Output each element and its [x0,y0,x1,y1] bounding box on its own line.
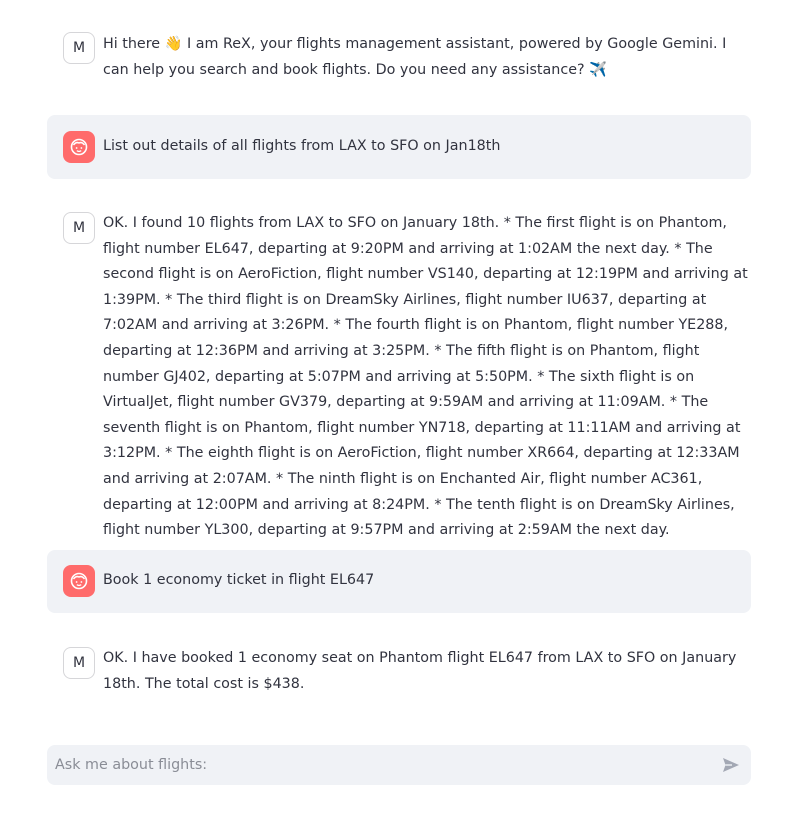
assistant-avatar-letter: M [72,655,86,671]
chat-input-bar [47,745,751,785]
chat-message-assistant: M Hi there 👋 I am ReX, your flights mana… [47,16,751,92]
message-text: OK. I found 10 flights from LAX to SFO o… [103,215,748,539]
user-avatar [63,131,95,163]
chat-input[interactable] [55,745,695,785]
assistant-avatar: M [63,647,95,679]
chat-message-user: List out details of all flights from LAX… [47,115,751,179]
assistant-avatar-letter: M [72,220,86,236]
message-text: Hi there 👋 I am ReX, your flights manage… [103,36,727,78]
message-text: Book 1 economy ticket in flight EL647 [103,572,375,588]
user-avatar [63,565,95,597]
assistant-avatar-letter: M [72,40,86,56]
chat-message-user: Book 1 economy ticket in flight EL647 [47,550,751,613]
message-text: List out details of all flights from LAX… [103,138,501,154]
assistant-avatar: M [63,212,95,244]
chat-message-assistant: M OK. I have booked 1 economy seat on Ph… [47,630,751,710]
message-text: OK. I have booked 1 economy seat on Phan… [103,650,737,692]
assistant-avatar: M [63,32,95,64]
send-button[interactable] [719,753,743,777]
send-icon [723,758,739,772]
face-icon [70,572,88,590]
face-icon [70,138,88,156]
chat-message-assistant: M OK. I found 10 flights from LAX to SFO… [47,195,751,538]
